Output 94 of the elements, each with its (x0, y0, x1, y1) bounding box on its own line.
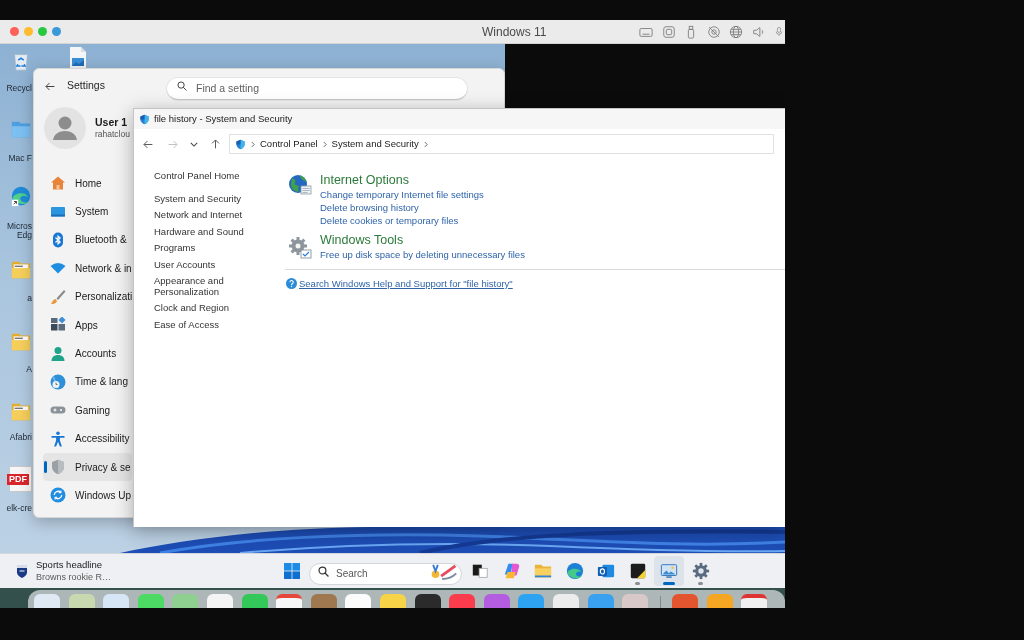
brush-icon (50, 288, 66, 305)
sidebar-link[interactable]: Control Panel Home (154, 170, 240, 181)
search-field[interactable]: Find a setting (167, 77, 467, 100)
user-account: rahatclou (95, 129, 130, 140)
back-arrow-icon[interactable] (45, 81, 55, 91)
globe-icon[interactable] (729, 24, 743, 39)
settings-nav-item[interactable]: Bluetooth & (43, 225, 132, 255)
note-tile-icon (628, 562, 647, 580)
mail-tile-icon (597, 562, 615, 580)
shield-icon (235, 138, 246, 150)
desktop-icon-label: Afabri (8, 433, 32, 442)
settings-nav-item[interactable]: Gaming (43, 396, 132, 425)
speaker-icon[interactable] (751, 24, 766, 39)
bluetooth-icon (50, 231, 66, 248)
up-arrow-icon[interactable] (211, 139, 220, 149)
file-badge: PDF (7, 473, 29, 485)
swirl-shortcut-icon[interactable] (10, 185, 32, 207)
person-icon (50, 345, 66, 362)
sidebar-link[interactable]: Ease of Access (154, 318, 219, 330)
task-link[interactable]: Change temporary Internet file settings (320, 188, 484, 201)
shield-icon (50, 459, 66, 476)
chevron-right-icon[interactable] (251, 140, 255, 148)
start-button[interactable] (282, 561, 302, 581)
four-squares-icon (284, 563, 300, 579)
back-arrow-icon[interactable] (143, 139, 153, 149)
sidebar-link[interactable]: Clock and Region (154, 302, 229, 314)
swirl-icon (565, 562, 584, 580)
avatar-icon (44, 107, 86, 149)
settings-nav-item[interactable]: Accounts (43, 339, 132, 368)
settings-nav-item[interactable]: Network & in (43, 254, 132, 283)
settings-nav-item[interactable]: Privacy & se (43, 452, 132, 482)
chip-icon[interactable] (661, 24, 676, 39)
desktop-icon-label: elk-cre (5, 504, 32, 513)
settings-nav-item[interactable]: Windows Up (43, 481, 132, 510)
help-icon (286, 278, 297, 289)
window-title: Windows 11 (482, 24, 547, 39)
sidebar-link[interactable]: Hardware and Sound (154, 225, 244, 237)
shield-icon (139, 113, 150, 125)
settings-nav-item[interactable]: Apps (43, 310, 132, 340)
gear-checkbox-icon[interactable] (288, 236, 312, 260)
shield-badge-icon[interactable] (16, 564, 28, 578)
house-icon (50, 175, 66, 192)
sidebar-link[interactable]: Network and Internet (154, 209, 243, 221)
sidebar-link[interactable]: Programs (154, 242, 196, 254)
camera-off-icon[interactable] (706, 24, 721, 39)
monitor-icon (660, 562, 678, 580)
desktop-icon-label: a (26, 294, 32, 303)
globe-clock-icon (50, 373, 66, 390)
dock-app-icon[interactable] (276, 594, 303, 608)
search-highlight-icon (429, 562, 459, 580)
section-title-link[interactable]: Windows Tools (320, 233, 404, 248)
settings-nav-item[interactable]: System (43, 197, 132, 226)
overlapping-squares-icon (471, 562, 489, 580)
selection-bar-icon (44, 460, 47, 473)
dock-app-icon[interactable] (741, 594, 768, 608)
sync-arrows-icon (50, 487, 66, 504)
dock-app-icon[interactable] (414, 594, 441, 608)
search-icon (318, 565, 329, 577)
breadcrumb-link[interactable]: System and Security (331, 136, 419, 152)
window-title: Settings (67, 78, 105, 94)
task-link[interactable]: Free up disk space by deleting unnecessary files (320, 248, 525, 261)
settings-nav-item[interactable]: Accessibility (43, 424, 132, 453)
search-icon (177, 81, 187, 91)
microphone-icon[interactable] (774, 25, 784, 38)
settings-icon (691, 562, 710, 580)
folder-icon (534, 562, 552, 580)
settings-nav-item[interactable]: Time & lang (43, 367, 132, 397)
sidebar-link[interactable]: Appearance and Personalization (154, 274, 254, 297)
chevron-right-icon[interactable] (423, 140, 428, 148)
section-title-link[interactable]: Internet Options (320, 173, 409, 188)
desktop-icon-label: A (25, 365, 32, 374)
sidebar-link[interactable]: System and Security (154, 193, 242, 204)
user-name: User 1 (95, 116, 129, 129)
search-field[interactable]: Search (309, 562, 462, 585)
sidebar-link[interactable]: User Accounts (154, 258, 216, 270)
settings-nav-item[interactable]: Home (43, 169, 132, 198)
task-link[interactable]: Delete cookies or temporary files (320, 214, 459, 227)
colorful-ribbon-icon (502, 562, 521, 580)
task-link[interactable]: Delete browsing history (320, 201, 419, 214)
breadcrumb-link[interactable]: Control Panel (260, 136, 318, 152)
desktop-icon-label: Micros Edg (5, 222, 32, 240)
desktop-icon-label: Recycl (5, 84, 32, 93)
globe-window-icon[interactable] (288, 173, 312, 197)
chevron-down-icon[interactable] (190, 141, 198, 147)
help-link[interactable]: Search Windows Help and Support for "file history" (299, 278, 513, 289)
desktop-icon-label: Mac F (7, 154, 32, 163)
window-title: file history - System and Security (154, 111, 293, 126)
settings-nav-item[interactable]: Personalizati (43, 282, 132, 311)
news-subtitle: Browns rookie R… (36, 571, 112, 583)
news-headline[interactable]: Sports headline (36, 559, 103, 571)
app-grid-icon (50, 317, 66, 334)
chevron-right-icon[interactable] (322, 140, 327, 148)
accessibility-icon (50, 430, 66, 447)
address-bar[interactable]: Control Panel System and Security (229, 134, 774, 154)
